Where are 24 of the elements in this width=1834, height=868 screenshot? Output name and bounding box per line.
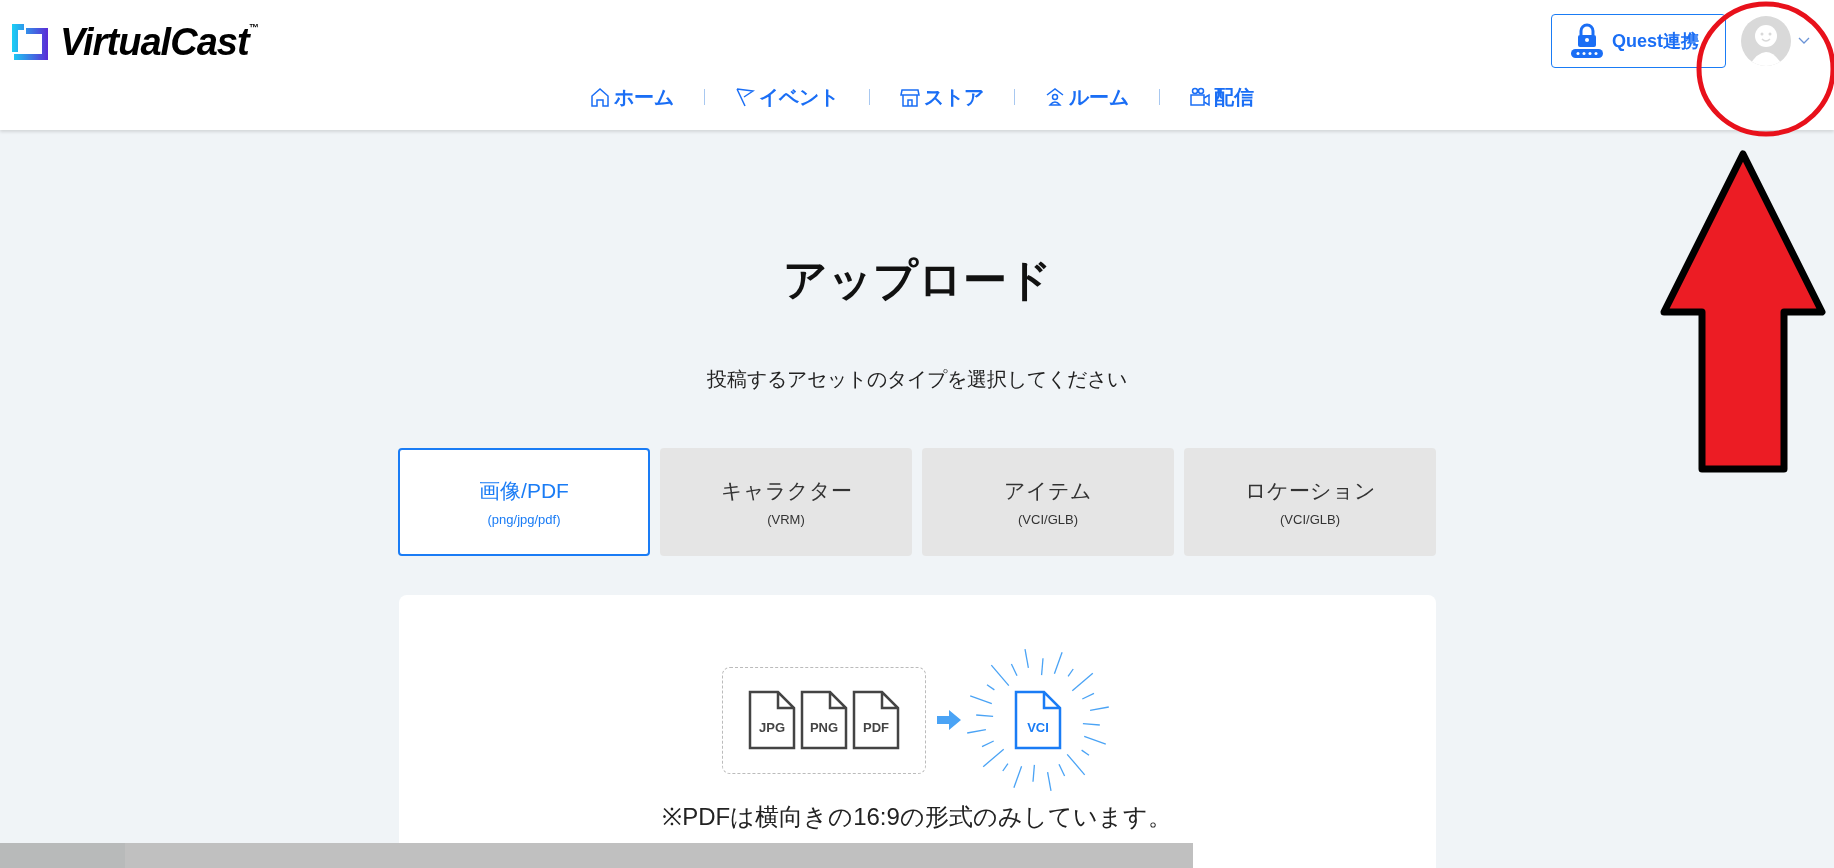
nav-link[interactable]: ホーム [590, 82, 674, 112]
logo-wordmark: VirtualCast [60, 23, 249, 61]
nav-link[interactable]: ルーム [1045, 82, 1129, 112]
asset-type-tab[interactable]: 画像/PDF (png/jpg/pdf) [398, 448, 650, 556]
nav-link[interactable]: イベント [735, 82, 839, 112]
stream-icon [1190, 87, 1210, 107]
quest-link-button[interactable]: Quest連携 [1551, 14, 1726, 68]
asset-type-tab[interactable]: ロケーション (VCI/GLB) [1184, 448, 1436, 556]
asset-type-tab[interactable]: アイテム (VCI/GLB) [922, 448, 1174, 556]
room-icon [1045, 87, 1065, 107]
logo-icon [12, 22, 50, 62]
arrow-right-icon [936, 710, 961, 730]
chevron-down-icon[interactable] [1798, 37, 1810, 45]
nav-link[interactable]: ストア [900, 82, 984, 112]
store-icon [900, 87, 920, 107]
nav-link[interactable]: 配信 [1190, 82, 1254, 112]
trademark-symbol: ™ [248, 23, 259, 33]
page-title: アップロード [782, 258, 1052, 302]
asset-type-tab[interactable]: キャラクター (VRM) [660, 448, 912, 556]
lock-icon [1570, 23, 1604, 59]
pdf-format-note: ※PDFは横向きの16:9の形式のみしています。 [662, 802, 1172, 832]
page-subtitle: 投稿するアセットのタイプを選択してください [707, 367, 1127, 392]
flag-icon [735, 87, 755, 107]
home-icon [590, 87, 610, 107]
